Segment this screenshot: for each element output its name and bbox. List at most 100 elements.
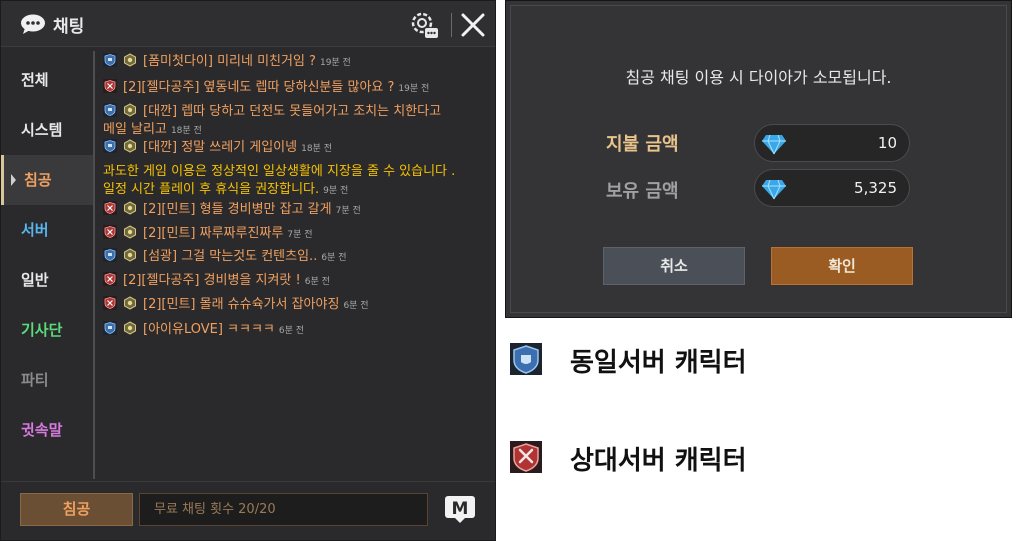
sidebar-item-all[interactable]: 전체 [1, 55, 93, 105]
same-server-icon [103, 103, 117, 117]
chat-title: 채팅 [53, 17, 85, 37]
other-server-icon [103, 272, 117, 286]
message-text: [2][민트] 형들 경비병만 잡고 갈게 [143, 202, 332, 217]
chat-message: [2][민트] 짜루짜루진짜루 7분 전 [103, 225, 313, 244]
message-text: [대깐] 렙따 당하고 던전도 못들어가고 조치는 치한다고 [143, 104, 442, 119]
message-time: 7분 전 [287, 230, 313, 240]
sidebar-item-whisper[interactable]: 귓속말 [1, 405, 93, 455]
pay-amount-value: 10 [877, 134, 897, 152]
other-server-icon [103, 79, 117, 93]
message-text-continued: 메일 날리고 [103, 122, 167, 137]
chat-message: [대깐] 렙따 당하고 던전도 못들어가고 조치는 치한다고메일 날리고 18분 … [103, 103, 441, 140]
message-time: 19분 전 [319, 58, 351, 68]
message-text: [2][민트] 짜루짜루진짜루 [143, 226, 284, 241]
rank-icon [124, 321, 136, 335]
message-text: [2][젤다공주] 경비병을 지켜랏 ! [123, 273, 301, 288]
message-text-continued: 일정 시간 플레이 후 휴식을 권장합니다. [103, 182, 320, 197]
sidebar-item-system[interactable]: 시스템 [1, 105, 93, 155]
rank-icon [124, 201, 136, 215]
sidebar-item-server[interactable]: 서버 [1, 205, 93, 255]
chat-window: 채팅 전체 시스템 침공 서버 일반 기사단 파티 귓속말 [폼미첫다이] 미리… [0, 0, 496, 541]
hold-amount-label: 보유 금액 [606, 181, 679, 202]
dialog-message: 침공 채팅 이용 시 다이아가 소모됩니다. [625, 68, 892, 87]
chat-message: [2][민트] 몰래 슈슈슉가서 잡아야징 6분 전 [103, 296, 369, 315]
sidebar-item-label: 시스템 [21, 121, 63, 139]
other-server-icon [510, 441, 542, 473]
rank-icon [124, 103, 136, 117]
other-server-legend: 상대서버 캐릭터 [570, 446, 747, 476]
message-time: 6분 전 [278, 326, 305, 336]
message-time: 7분 전 [335, 206, 361, 216]
message-text: [아이유LOVE] ㅋㅋㅋㅋ [143, 322, 275, 337]
sidebar-item-label: 일반 [21, 271, 49, 289]
chat-message: [2][젤다공주] 경비병을 지켜랏 ! 6분 전 [103, 272, 330, 291]
message-text: [폼미첫다이] 미리네 미친거임 ? [143, 54, 316, 69]
macro-icon[interactable]: M [444, 495, 476, 523]
same-server-icon [103, 53, 117, 67]
pay-amount-label: 지불 금액 [606, 134, 679, 155]
rank-icon [124, 296, 136, 310]
message-time: 18분 전 [170, 126, 202, 136]
close-icon[interactable] [459, 11, 487, 39]
other-server-icon [103, 296, 117, 310]
message-time: 19분 전 [398, 84, 430, 94]
sidebar-item-invasion[interactable]: 침공 [1, 155, 93, 205]
sidebar-item-label: 전체 [21, 71, 49, 89]
chat-message: [2][민트] 형들 경비병만 잡고 갈게 7분 전 [103, 201, 361, 220]
sidebar-item-label: 침공 [24, 171, 52, 189]
sidebar-item-label: 파티 [21, 371, 49, 389]
dialog-frame [510, 5, 1007, 313]
header-divider [451, 13, 452, 37]
selected-arrow-icon [11, 174, 16, 186]
chat-message: [섬광] 그걸 막는것도 컨텐츠임.. 6분 전 [103, 248, 346, 267]
sidebar-item-label: 귓속말 [21, 421, 63, 439]
chat-settings-icon[interactable] [408, 9, 440, 41]
sidebar-item-general[interactable]: 일반 [1, 255, 93, 305]
sidebar-item-label: 기사단 [21, 321, 63, 339]
channel-sidebar: 전체 시스템 침공 서버 일반 기사단 파티 귓속말 [1, 48, 93, 478]
message-text: [2][젤다공주] 옆동네도 렙따 당하신분들 많아요 ? [123, 80, 395, 95]
message-time: 6분 전 [304, 277, 330, 287]
same-server-legend: 동일서버 캐릭터 [570, 348, 747, 378]
message-time: 6분 전 [343, 301, 369, 311]
chat-message: [2][젤다공주] 옆동네도 렙따 당하신분들 많아요 ? 19분 전 [103, 79, 429, 98]
message-time: 6분 전 [321, 253, 347, 263]
message-time: 18분 전 [301, 144, 332, 154]
rank-icon [124, 248, 136, 262]
channel-select-button[interactable]: 침공 [20, 493, 133, 526]
same-server-icon [103, 321, 117, 335]
chat-message: [아이유LOVE] ㅋㅋㅋㅋ 6분 전 [103, 321, 304, 340]
message-text: [섬광] 그걸 막는것도 컨텐츠임.. [143, 249, 318, 264]
chat-input[interactable]: 무료 채팅 횟수 20/20 [139, 493, 428, 526]
message-list: [폼미첫다이] 미리네 미친거임 ? 19분 전 [2][젤다공주] 옆동네도 렙따… [103, 53, 491, 473]
sidebar-item-party[interactable]: 파티 [1, 355, 93, 405]
other-server-icon [103, 225, 117, 239]
diamond-confirm-dialog: 침공 채팅 이용 시 다이아가 소모됩니다. 지불 금액 10 보유 금액 5,… [505, 0, 1012, 318]
rank-icon [124, 53, 136, 67]
same-server-icon [103, 248, 117, 262]
same-server-icon [510, 343, 542, 375]
pay-amount-field: 10 [754, 124, 910, 162]
chat-header: 채팅 [1, 1, 495, 47]
same-server-icon [103, 139, 117, 153]
sidebar-item-guild[interactable]: 기사단 [1, 305, 93, 355]
cancel-button[interactable]: 취소 [603, 247, 745, 285]
sidebar-divider [93, 51, 95, 479]
svg-text:M: M [452, 499, 469, 519]
rank-icon [124, 139, 136, 153]
chat-message: 과도한 게임 이용은 정상적인 일상생활에 지장을 줄 수 있습니다 . 일정 시… [103, 163, 455, 200]
chat-bubble-icon [21, 14, 45, 34]
diamond-icon [762, 179, 786, 200]
message-text: 과도한 게임 이용은 정상적인 일상생활에 지장을 줄 수 있습니다 . [103, 164, 456, 179]
message-time: 9분 전 [323, 186, 349, 196]
other-server-icon [103, 201, 117, 215]
chat-message: [대깐] 정말 쓰레기 게입이넹 18분 전 [103, 139, 332, 158]
confirm-button[interactable]: 확인 [771, 247, 913, 285]
rank-icon [124, 225, 136, 239]
footer-divider [1, 481, 495, 482]
chat-message: [폼미첫다이] 미리네 미친거임 ? 19분 전 [103, 53, 351, 72]
hold-amount-value: 5,325 [854, 179, 897, 197]
message-text: [대깐] 정말 쓰레기 게입이넹 [143, 140, 298, 155]
diamond-icon [762, 134, 786, 155]
message-text: [2][민트] 몰래 슈슈슉가서 잡아야징 [143, 297, 340, 312]
